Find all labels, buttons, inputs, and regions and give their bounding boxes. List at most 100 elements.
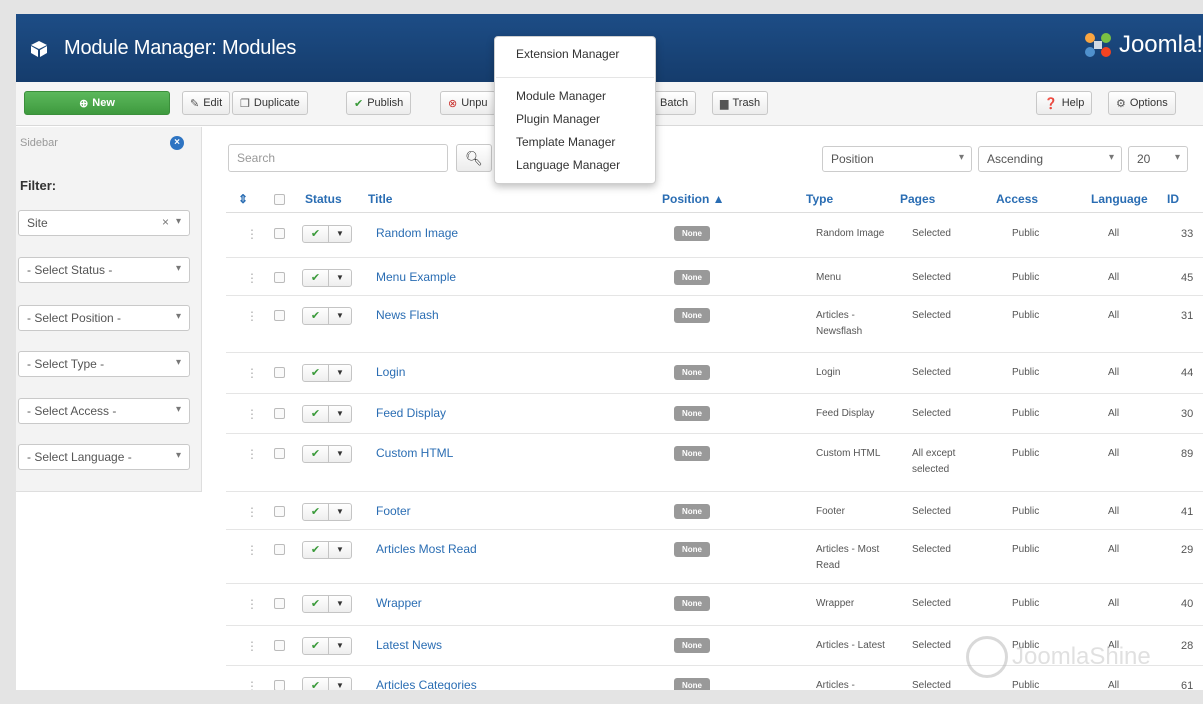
caret-down-icon[interactable]: ▼ [329,504,351,520]
clear-icon[interactable]: × [162,215,169,229]
module-title-link[interactable]: Feed Display [376,405,446,421]
publish-button[interactable]: ✔ Publish [346,91,412,115]
drag-handle-icon[interactable]: ⋮ [246,446,258,462]
caret-down-icon[interactable]: ▼ [329,542,351,558]
menu-item-extension-manager[interactable]: Extension Manager [516,47,619,61]
menu-item-language-manager[interactable]: Language Manager [516,158,620,172]
drag-handle-icon[interactable]: ⋮ [246,504,258,520]
status-column-header[interactable]: Status [305,192,342,206]
type-column-header[interactable]: Type [806,192,833,206]
published-check-icon[interactable]: ✔ [303,406,329,422]
status-toggle[interactable]: ✔ ▼ [302,595,352,613]
published-check-icon[interactable]: ✔ [303,308,329,324]
status-toggle[interactable]: ✔ ▼ [302,677,352,690]
published-check-icon[interactable]: ✔ [303,638,329,654]
select-all-checkbox[interactable] [274,194,285,205]
row-checkbox[interactable] [274,544,285,555]
drag-handle-icon[interactable]: ⋮ [246,542,258,558]
status-toggle[interactable]: ✔ ▼ [302,637,352,655]
status-toggle[interactable]: ✔ ▼ [302,364,352,382]
help-button[interactable]: ❓ Help [1036,91,1093,115]
menu-item-plugin-manager[interactable]: Plugin Manager [516,112,600,126]
filter-position-select[interactable]: - Select Position - ▾ [18,305,190,331]
caret-down-icon[interactable]: ▼ [329,270,351,286]
caret-down-icon[interactable]: ▼ [329,446,351,462]
options-button[interactable]: ⚙ Options [1108,91,1176,115]
row-checkbox[interactable] [274,367,285,378]
row-checkbox[interactable] [274,680,285,690]
published-check-icon[interactable]: ✔ [303,504,329,520]
edit-button[interactable]: ✎ Edit [182,91,231,115]
module-title-link[interactable]: News Flash [376,307,439,323]
filter-client-select[interactable]: Site × ▾ [18,210,190,236]
published-check-icon[interactable]: ✔ [303,446,329,462]
language-column-header[interactable]: Language [1091,192,1148,206]
drag-handle-icon[interactable]: ⋮ [246,308,258,324]
row-checkbox[interactable] [274,408,285,419]
menu-item-module-manager[interactable]: Module Manager [516,89,606,103]
filter-language-select[interactable]: - Select Language - ▾ [18,444,190,470]
ordering-direction-select[interactable]: Ascending ▾ [978,146,1122,172]
caret-down-icon[interactable]: ▼ [329,226,351,242]
id-column-header[interactable]: ID [1167,192,1179,206]
batch-button[interactable]: Batch [652,91,697,115]
drag-handle-icon[interactable]: ⋮ [246,226,258,242]
published-check-icon[interactable]: ✔ [303,365,329,381]
module-title-link[interactable]: Menu Example [376,269,456,285]
status-toggle[interactable]: ✔ ▼ [302,503,352,521]
status-toggle[interactable]: ✔ ▼ [302,445,352,463]
status-toggle[interactable]: ✔ ▼ [302,225,352,243]
trash-button[interactable]: ▆ Trash [712,91,769,115]
row-checkbox[interactable] [274,272,285,283]
new-button[interactable]: ⊕ New [24,91,170,115]
row-checkbox[interactable] [274,310,285,321]
module-title-link[interactable]: Custom HTML [376,445,453,461]
module-title-link[interactable]: Wrapper [376,595,422,611]
duplicate-button[interactable]: ❐ Duplicate [232,91,308,115]
caret-down-icon[interactable]: ▼ [329,596,351,612]
row-checkbox[interactable] [274,448,285,459]
published-check-icon[interactable]: ✔ [303,270,329,286]
menu-item-template-manager[interactable]: Template Manager [516,135,615,149]
published-check-icon[interactable]: ✔ [303,542,329,558]
title-column-header[interactable]: Title [368,192,392,206]
caret-down-icon[interactable]: ▼ [329,678,351,690]
position-column-header[interactable]: Position ▲ [662,192,725,206]
status-toggle[interactable]: ✔ ▼ [302,269,352,287]
drag-handle-icon[interactable]: ⋮ [246,596,258,612]
drag-handle-icon[interactable]: ⋮ [246,638,258,654]
module-title-link[interactable]: Login [376,364,405,380]
unpublish-button[interactable]: ⊗ Unpu [440,91,496,115]
status-toggle[interactable]: ✔ ▼ [302,541,352,559]
status-toggle[interactable]: ✔ ▼ [302,405,352,423]
drag-handle-icon[interactable]: ⋮ [246,678,258,690]
list-limit-select[interactable]: 20 ▾ [1128,146,1188,172]
row-checkbox[interactable] [274,228,285,239]
search-button[interactable]: 🔍︎ [456,144,492,172]
joomla-logo[interactable]: Joomla! [1081,30,1203,60]
published-check-icon[interactable]: ✔ [303,678,329,690]
caret-down-icon[interactable]: ▼ [329,638,351,654]
module-title-link[interactable]: Articles Categories [376,677,477,690]
caret-down-icon[interactable]: ▼ [329,406,351,422]
row-checkbox[interactable] [274,640,285,651]
module-title-link[interactable]: Footer [376,503,411,519]
sort-column-header[interactable]: ⇕ [238,192,248,206]
row-checkbox[interactable] [274,598,285,609]
caret-down-icon[interactable]: ▼ [329,308,351,324]
drag-handle-icon[interactable]: ⋮ [246,365,258,381]
published-check-icon[interactable]: ✔ [303,226,329,242]
pages-column-header[interactable]: Pages [900,192,935,206]
drag-handle-icon[interactable]: ⋮ [246,270,258,286]
search-input[interactable]: Search [228,144,448,172]
access-column-header[interactable]: Access [996,192,1038,206]
caret-down-icon[interactable]: ▼ [329,365,351,381]
module-title-link[interactable]: Latest News [376,637,442,653]
module-title-link[interactable]: Articles Most Read [376,541,477,557]
filter-type-select[interactable]: - Select Type - ▾ [18,351,190,377]
status-toggle[interactable]: ✔ ▼ [302,307,352,325]
close-sidebar-icon[interactable]: × [170,136,184,150]
filter-status-select[interactable]: - Select Status - ▾ [18,257,190,283]
drag-handle-icon[interactable]: ⋮ [246,406,258,422]
row-checkbox[interactable] [274,506,285,517]
